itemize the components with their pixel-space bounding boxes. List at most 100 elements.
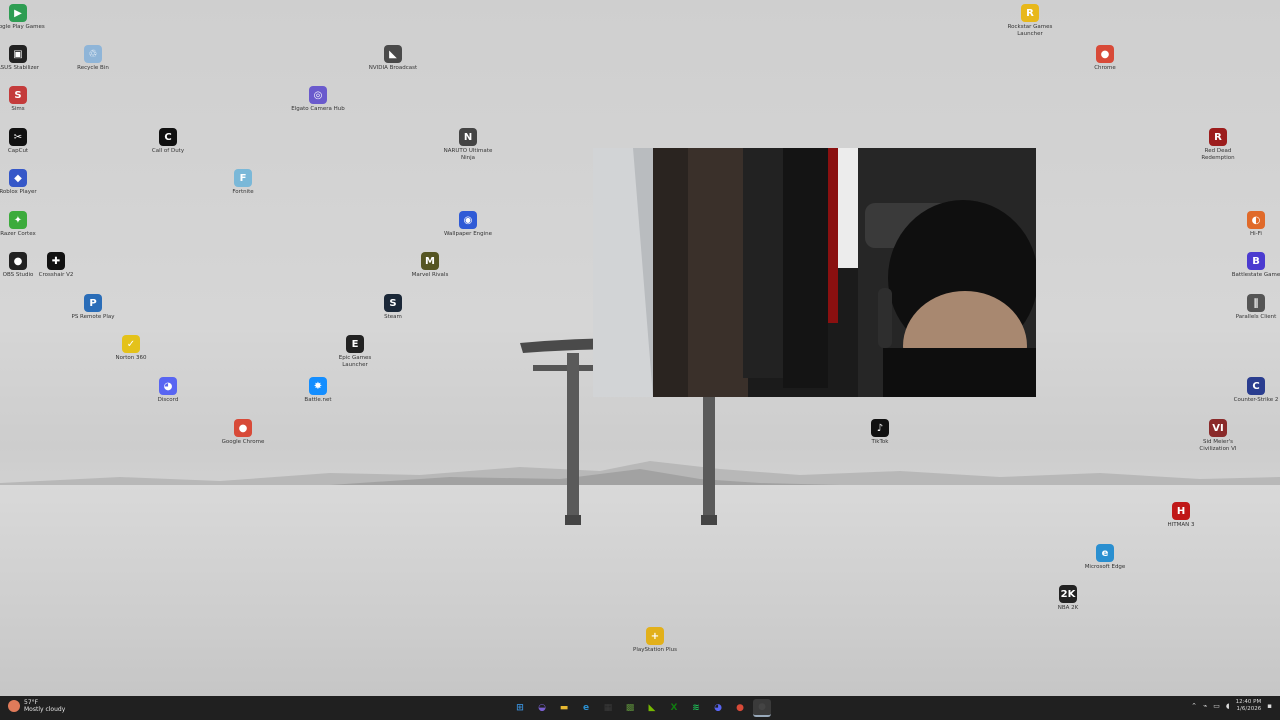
weather-temperature: 57°F xyxy=(24,699,39,706)
desktop-icon[interactable]: VI Sid Meier's Civilization VI xyxy=(1190,419,1246,453)
desktop-icon[interactable]: ✓ Norton 360 xyxy=(103,335,159,362)
desktop-icon[interactable]: S Sims xyxy=(0,86,46,113)
desktop-icon[interactable]: ∥ Parallels Client xyxy=(1228,294,1280,321)
taskbar-discord[interactable]: ◕ xyxy=(709,699,727,717)
spotify-icon: ≋ xyxy=(692,703,700,713)
desktop-icon[interactable]: F Fortnite xyxy=(215,169,271,196)
desktop-icon-label: Google Play Games xyxy=(0,24,45,30)
counter-strike-icon: C xyxy=(1247,377,1265,395)
desktop-icon-label: Sims xyxy=(11,106,25,112)
chevron-up-icon[interactable]: ⌃ xyxy=(1191,702,1197,710)
desktop-icon-label: NBA 2K xyxy=(1057,605,1079,611)
desktop-icon[interactable]: ◐ Hi-Fi xyxy=(1228,211,1280,238)
network-icon[interactable]: ▭ xyxy=(1213,702,1220,710)
weather-widget[interactable]: 57°F Mostly cloudy xyxy=(8,699,65,713)
taskbar-edge[interactable]: e xyxy=(577,699,595,717)
taskbar-store[interactable]: ▦ xyxy=(599,699,617,717)
fortnite-icon: F xyxy=(234,169,252,187)
desktop-icon[interactable]: B Battlestate Game xyxy=(1228,252,1280,279)
desktop-icon-label: Marvel Rivals xyxy=(411,272,449,278)
sims-icon: S xyxy=(9,86,27,104)
desktop-icon[interactable]: N NARUTO Ultimate Ninja xyxy=(440,128,496,162)
rockstar-icon: R xyxy=(1021,4,1039,22)
desktop-icon[interactable]: ▶ Google Play Games xyxy=(0,4,46,31)
taskbar-apps: ⊞ ◒ ▬ e ▦ ▩ ◣ X ≋ ◕ ● ● xyxy=(511,699,771,717)
desktop-icon-label: NARUTO Ultimate Ninja xyxy=(443,148,493,161)
desktop-icon-label: Norton 360 xyxy=(115,355,147,361)
obs-icon: ● xyxy=(9,252,27,270)
taskbar-explorer[interactable]: ▬ xyxy=(555,699,573,717)
desktop-icon[interactable]: ✂ CapCut xyxy=(0,128,46,155)
desktop-icon[interactable]: H HITMAN 3 xyxy=(1153,502,1209,529)
taskbar-nvidia[interactable]: ◣ xyxy=(643,699,661,717)
desktop-icon[interactable]: + PlayStation Plus xyxy=(627,627,683,654)
desktop-icon[interactable]: E Epic Games Launcher xyxy=(327,335,383,369)
taskbar-xbox[interactable]: X xyxy=(665,699,683,717)
desktop-icon-label: Parallels Client xyxy=(1235,314,1277,320)
desktop-icon-label: Roblox Player xyxy=(0,189,37,195)
desktop-icon[interactable]: ♲ Recycle Bin xyxy=(65,45,121,72)
battlestate-icon: B xyxy=(1247,252,1265,270)
desktop-icon-label: Microsoft Edge xyxy=(1084,564,1126,570)
taskbar-minecraft[interactable]: ▩ xyxy=(621,699,639,717)
desktop-icon[interactable]: ◎ Elgato Camera Hub xyxy=(290,86,346,113)
desktop-icon[interactable]: C Call of Duty xyxy=(140,128,196,155)
notification-icon[interactable]: ▪ xyxy=(1267,702,1272,710)
desktop-icon[interactable]: ● Chrome xyxy=(1077,45,1133,72)
store-icon: ▦ xyxy=(603,703,613,713)
desktop-icon-label: Battlestate Game xyxy=(1231,272,1280,278)
desktop-icon[interactable]: ✸ Battle.net xyxy=(290,377,346,404)
call-of-duty-icon: C xyxy=(159,128,177,146)
desktop-icon-label: Sid Meier's Civilization VI xyxy=(1199,439,1237,452)
start-button[interactable]: ⊞ xyxy=(511,699,529,717)
desktop-icon[interactable]: R Rockstar Games Launcher xyxy=(1002,4,1058,38)
desktop-icon[interactable]: ◆ Roblox Player xyxy=(0,169,46,196)
camera-hub-icon: ◎ xyxy=(309,86,327,104)
desktop-icon[interactable]: C Counter-Strike 2 xyxy=(1228,377,1280,404)
nvidia-icon: ◣ xyxy=(384,45,402,63)
marvel-rivals-icon: M xyxy=(421,252,439,270)
volume-icon[interactable]: ◖ xyxy=(1226,702,1230,710)
clock-date: 1/6/2026 xyxy=(1236,706,1262,712)
taskbar-chrome[interactable]: ● xyxy=(731,699,749,717)
system-tray: ⌃ ⌁ ▭ ◖ 12:40 PM 1/6/2026 ▪ xyxy=(1191,699,1272,713)
desktop-icon[interactable]: ♪ TikTok xyxy=(852,419,908,446)
desktop-icon[interactable]: ◕ Discord xyxy=(140,377,196,404)
desktop-icon[interactable]: ▣ ASUS Stabilizer xyxy=(0,45,46,72)
desktop-icon[interactable]: ◣ NVIDIA Broadcast xyxy=(365,45,421,72)
desktop-icon[interactable]: M Marvel Rivals xyxy=(402,252,458,279)
taskbar-spotify[interactable]: ≋ xyxy=(687,699,705,717)
desktop-icon[interactable]: P PS Remote Play xyxy=(65,294,121,321)
desktop-icon-label: Counter-Strike 2 xyxy=(1233,397,1279,403)
capcut-icon: ✂ xyxy=(9,128,27,146)
clock[interactable]: 12:40 PM 1/6/2026 xyxy=(1236,699,1262,713)
desktop-icon-label: Razer Cortex xyxy=(0,231,36,237)
taskbar-copilot[interactable]: ◒ xyxy=(533,699,551,717)
desktop-icon[interactable]: R Red Dead Redemption xyxy=(1190,128,1246,162)
desktop-icon-label: PS Remote Play xyxy=(71,314,115,320)
windows-icon: ⊞ xyxy=(516,703,524,713)
desktop-icon-label: Hi-Fi xyxy=(1250,231,1262,237)
desktop-icon[interactable]: ● Google Chrome xyxy=(215,419,271,446)
desktop-icon-label: Battle.net xyxy=(304,397,332,403)
desktop-icon[interactable]: ✚ Crosshair V2 xyxy=(28,252,84,279)
desktop-icon[interactable]: e Microsoft Edge xyxy=(1077,544,1133,571)
usb-icon[interactable]: ⌁ xyxy=(1203,702,1207,710)
desktop-icon[interactable]: 2K NBA 2K xyxy=(1040,585,1096,612)
parallels-icon: ∥ xyxy=(1247,294,1265,312)
desktop-icon-label: NVIDIA Broadcast xyxy=(368,65,418,71)
weather-description: Mostly cloudy xyxy=(24,706,66,713)
crosshair-icon: ✚ xyxy=(47,252,65,270)
edge-icon: e xyxy=(582,703,590,713)
chrome-icon: ● xyxy=(1096,45,1114,63)
discord-icon: ◕ xyxy=(714,703,722,713)
desktop-icon-label: Rockstar Games Launcher xyxy=(1007,24,1053,37)
taskbar-obs[interactable]: ● xyxy=(753,699,771,717)
ps-remote-icon: P xyxy=(84,294,102,312)
desktop-icon[interactable]: S Steam xyxy=(365,294,421,321)
desktop-icon[interactable]: ◉ Wallpaper Engine xyxy=(440,211,496,238)
desktop-icon[interactable]: ✦ Razer Cortex xyxy=(0,211,46,238)
taskbar: 57°F Mostly cloudy ⊞ ◒ ▬ e ▦ ▩ ◣ X ≋ ◕ ● ● ⌃ ⌁ ▭ ◖ … xyxy=(0,696,1280,720)
desktop-icon-label: HITMAN 3 xyxy=(1167,522,1195,528)
desktop-icon-label: Red Dead Redemption xyxy=(1201,148,1235,161)
